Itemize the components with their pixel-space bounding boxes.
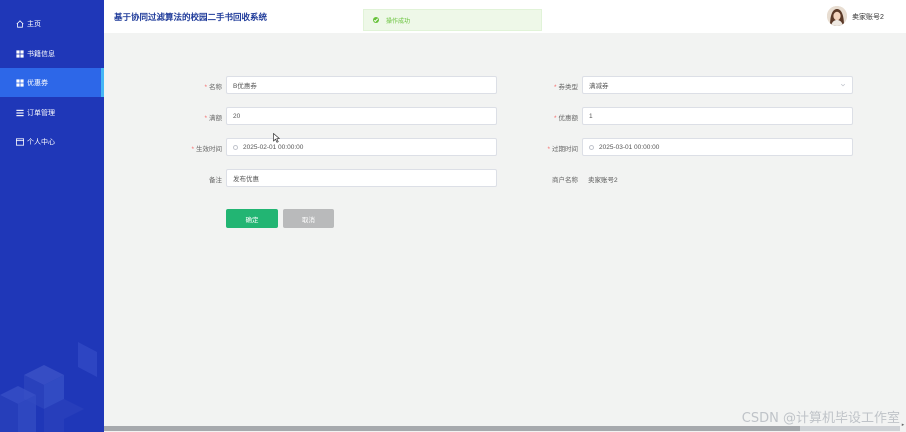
name-field[interactable]: B优惠券 xyxy=(226,76,497,94)
watermark: CSDN @计算机毕设工作室 xyxy=(741,411,900,426)
horizontal-scrollbar[interactable] xyxy=(104,426,900,431)
clock-icon xyxy=(589,144,594,150)
success-toast: 操作成功 xyxy=(363,9,542,31)
chevron-down-icon xyxy=(840,82,846,90)
grid-icon xyxy=(16,49,25,58)
scrollbar-thumb[interactable] xyxy=(104,426,800,431)
required-asterisk: * xyxy=(191,146,194,153)
toast-message: 操作成功 xyxy=(386,18,411,25)
start-time-label: * 生效时间 xyxy=(191,146,222,153)
sidebar-item-book-info[interactable]: 书籍信息 xyxy=(0,39,104,68)
sidebar-item-label: 个人中心 xyxy=(27,138,55,146)
sidebar-item-orders[interactable]: 订单管理 xyxy=(0,98,104,127)
top-header: 基于协同过滤算法的校园二手书回收系统 操作成功 卖家账号2 xyxy=(104,0,906,33)
threshold-field[interactable]: 20 xyxy=(226,107,497,125)
sidebar-item-label: 优惠券 xyxy=(27,79,48,87)
app-title: 基于协同过滤算法的校园二手书回收系统 xyxy=(114,12,268,22)
required-asterisk: * xyxy=(553,84,557,91)
sidebar-item-coupons[interactable]: 优惠券 xyxy=(0,68,104,97)
coupon-type-select[interactable]: 满减券 xyxy=(582,76,853,94)
check-circle-icon xyxy=(373,17,379,23)
sidebar-item-label: 订单管理 xyxy=(27,109,55,117)
sidebar-item-home[interactable]: 主页 xyxy=(0,9,104,38)
required-asterisk: * xyxy=(553,115,557,122)
sidebar: 主页 书籍信息 优惠券 订单管理 个人中心 xyxy=(0,0,104,432)
remark-label: 备注 xyxy=(209,177,222,184)
user-name[interactable]: 卖家账号2 xyxy=(852,12,884,22)
scroll-right-arrow-icon[interactable]: ▸ xyxy=(900,422,906,432)
confirm-button[interactable]: 确定 xyxy=(226,209,278,228)
merchant-label: 商户名称 xyxy=(552,177,578,184)
clock-icon xyxy=(233,144,238,150)
avatar[interactable] xyxy=(827,6,847,26)
sidebar-item-label: 主页 xyxy=(27,20,41,28)
end-time-label: * 过期时间 xyxy=(547,146,578,153)
required-asterisk: * xyxy=(547,146,550,153)
mouse-cursor-icon xyxy=(273,133,280,143)
coupon-type-label: * 券类型 xyxy=(553,84,578,91)
home-icon xyxy=(16,19,25,28)
list-icon xyxy=(16,109,25,117)
required-asterisk: * xyxy=(204,84,207,91)
grid-icon xyxy=(16,78,25,87)
discount-label: * 优惠额 xyxy=(553,115,578,122)
sidebar-item-profile[interactable]: 个人中心 xyxy=(0,127,104,156)
name-label: * 名称 xyxy=(204,84,222,91)
threshold-label: * 满额 xyxy=(204,115,222,122)
discount-field[interactable]: 1 xyxy=(582,107,853,125)
remark-field[interactable]: 发布优惠 xyxy=(226,169,497,187)
merchant-value: 卖家账号2 xyxy=(588,177,618,184)
start-time-picker[interactable]: 2025-02-01 00:00:00 xyxy=(226,138,497,156)
required-asterisk: * xyxy=(204,115,207,122)
end-time-picker[interactable]: 2025-03-01 00:00:00 xyxy=(582,138,853,156)
sidebar-item-label: 书籍信息 xyxy=(27,50,55,58)
decorative-cubes xyxy=(0,342,97,432)
cancel-button[interactable]: 取消 xyxy=(283,209,334,228)
window-icon xyxy=(16,137,25,146)
